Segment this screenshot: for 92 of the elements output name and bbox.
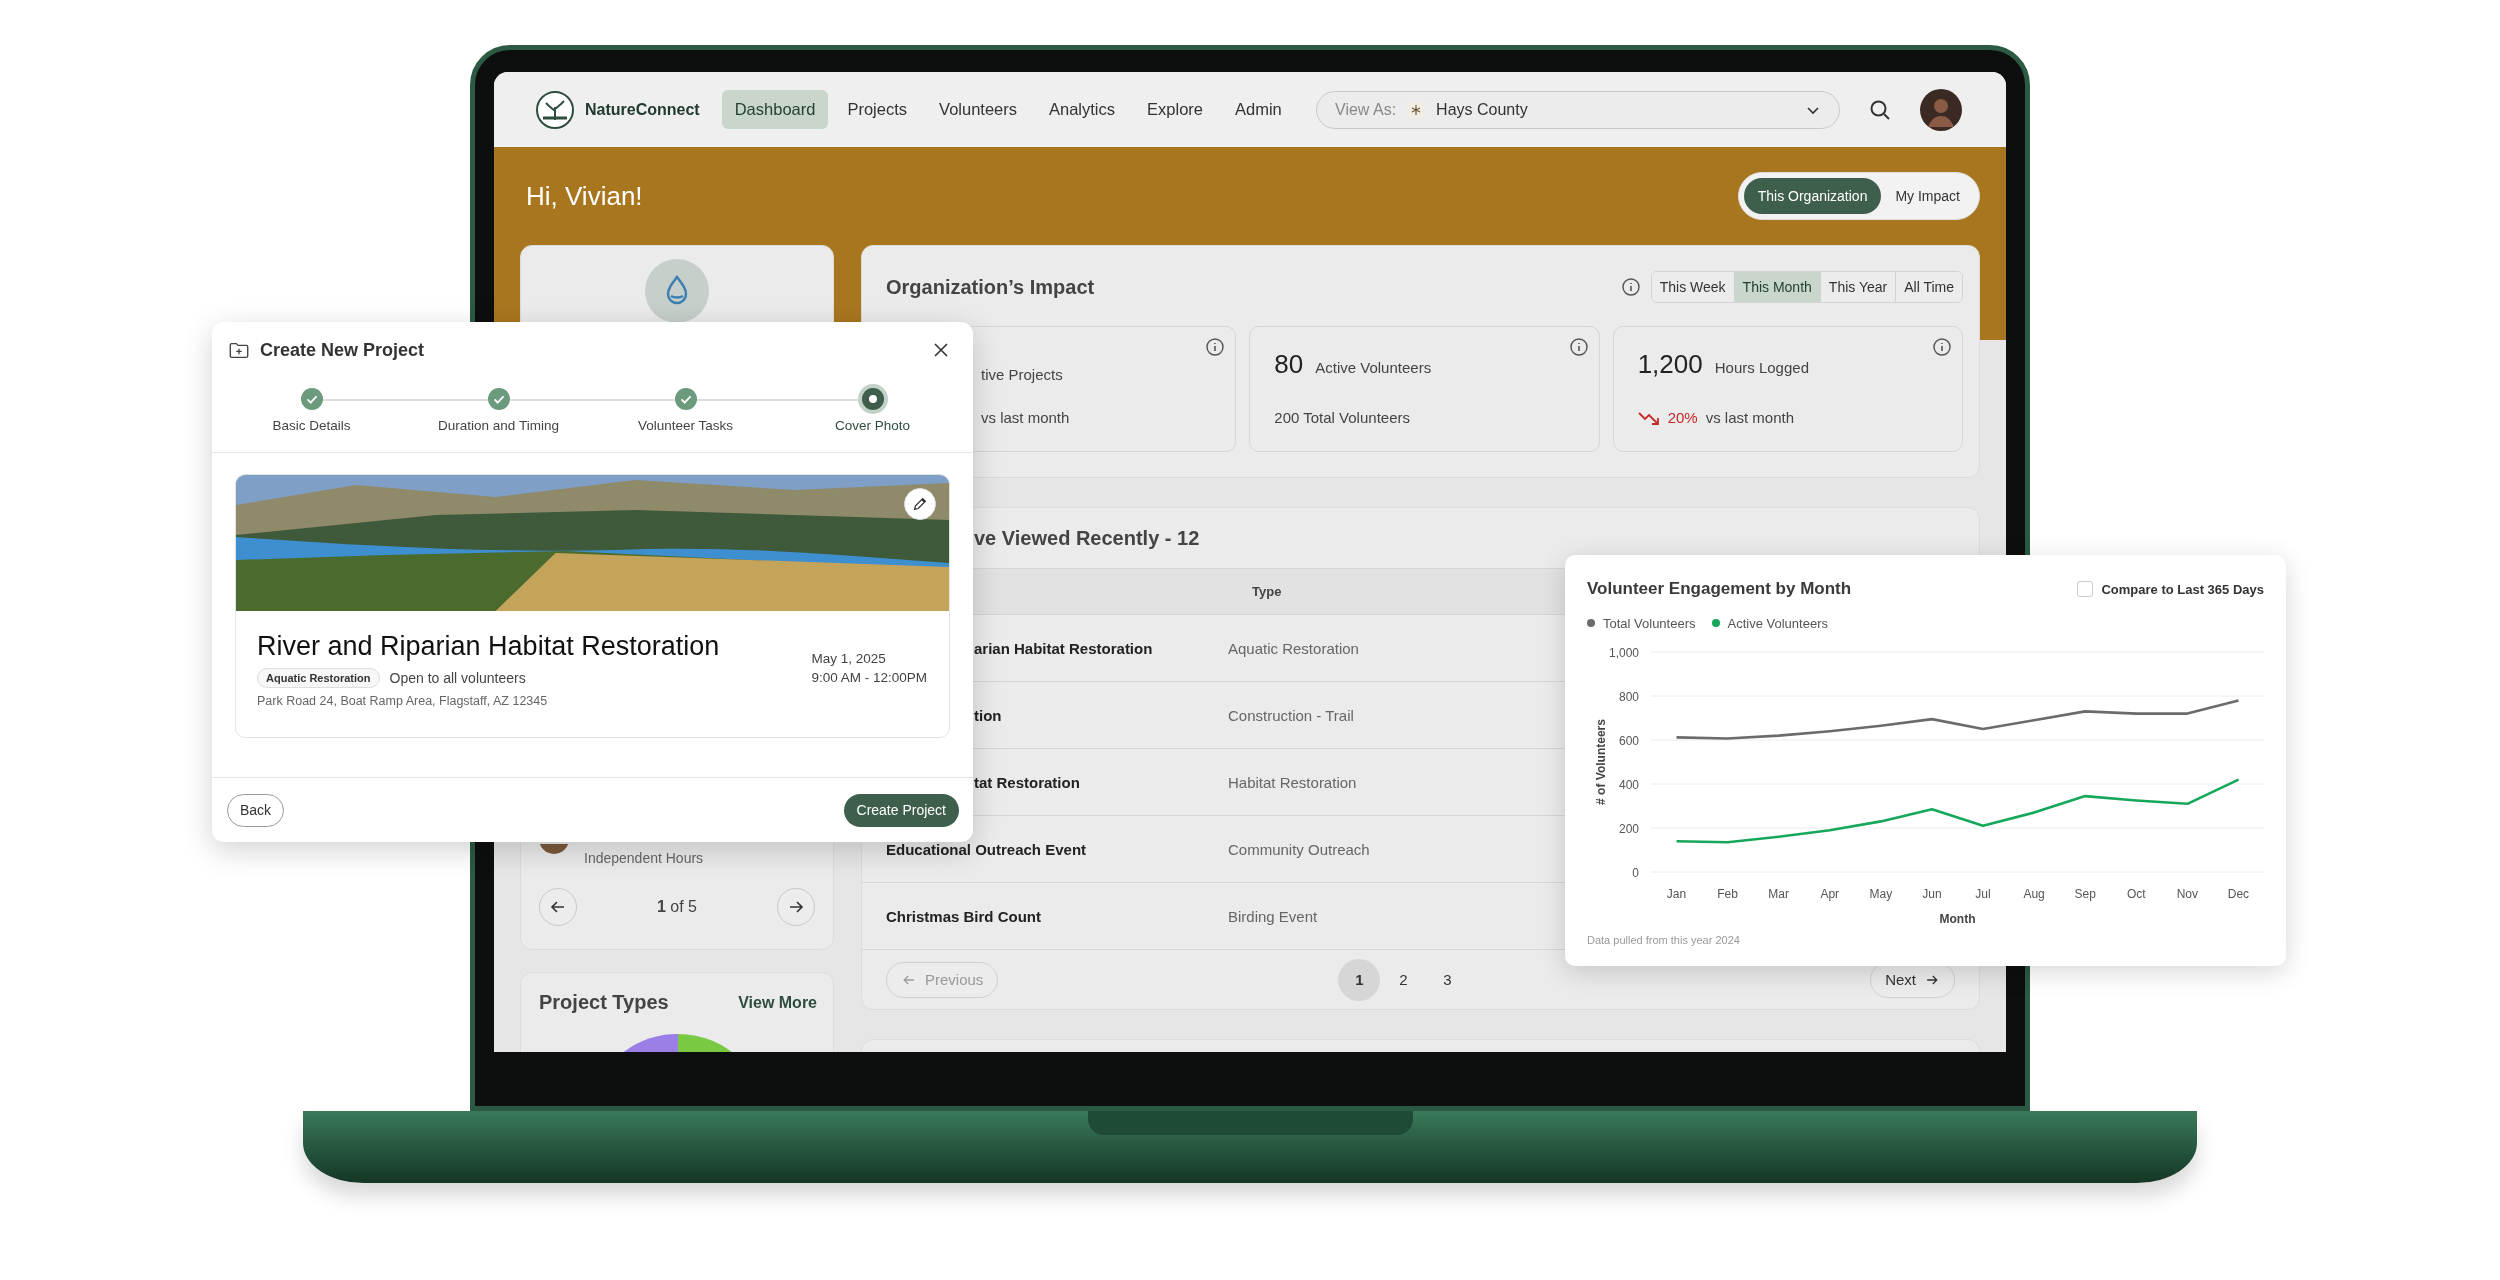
nav-tab[interactable]: Analytics <box>1036 90 1129 129</box>
x-tick-label: May <box>1869 887 1893 901</box>
x-tick-label: Jul <box>1975 887 1991 901</box>
checkbox[interactable] <box>2077 581 2094 597</box>
y-tick-label: 0 <box>1632 866 1639 880</box>
stat-note: 200 Total Volunteers <box>1274 409 1410 426</box>
y-tick-label: 200 <box>1618 822 1639 836</box>
card-title: Project Types <box>539 991 669 1014</box>
stat-change: 20% <box>1667 409 1698 426</box>
scope-toggle-option[interactable]: This Organization <box>1743 178 1882 214</box>
scope-toggle-option[interactable]: My Impact <box>1881 178 1974 214</box>
greeting-heading: Hi, Vivian! <box>525 180 643 212</box>
view-more-link[interactable]: View More <box>738 993 817 1012</box>
x-tick-label: Jun <box>1922 887 1942 901</box>
x-tick-label: Nov <box>2176 887 2199 901</box>
project-title: River and Riparian Habitat Restoration <box>257 631 720 662</box>
nav-tab[interactable]: Projects <box>834 90 921 129</box>
page-number-button[interactable]: 2 <box>1382 958 1425 1001</box>
project-name-cell-text: Christmas Bird Count <box>885 907 1042 925</box>
step-label[interactable]: Basic Details <box>272 418 351 433</box>
brand-name[interactable]: NatureConnect <box>585 100 700 119</box>
project-name-cell-text: tat Restoration <box>973 773 1081 791</box>
back-button[interactable]: Back <box>227 793 285 827</box>
tree-logo-icon[interactable] <box>535 89 575 130</box>
chart-footnote: Data pulled from this year 2024 <box>1587 934 1741 946</box>
project-type-cell: Habitat Restoration <box>1228 773 1357 791</box>
column-header: Type <box>1252 584 1282 599</box>
card-title: Organization’s Impact <box>886 275 1095 299</box>
page-indicator: 1 of 5 <box>656 898 697 916</box>
dialog-title: Create New Project <box>260 339 425 361</box>
x-tick-label: Aug <box>2023 887 2045 901</box>
project-type-cell: Birding Event <box>1228 907 1318 925</box>
stat-note: vs last month <box>981 409 1070 426</box>
pencil-icon <box>911 495 929 513</box>
x-tick-label: Jan <box>1666 887 1687 901</box>
project-type-cell: Construction - Trail <box>1228 706 1354 724</box>
info-icon[interactable] <box>1620 277 1641 297</box>
stat-label: Hours Logged <box>1714 359 1809 376</box>
stat-note: vs last month <box>1705 409 1795 426</box>
step-label[interactable]: Volunteer Tasks <box>637 418 734 433</box>
nav-tab[interactable]: Volunteers <box>926 90 1030 129</box>
x-tick-label: Dec <box>2227 887 2250 901</box>
stat-value: 80 <box>1274 349 1304 380</box>
create-project-button[interactable]: Create Project <box>843 793 959 827</box>
y-tick-label: 600 <box>1618 734 1639 748</box>
project-time: 9:00 AM - 12:00PM <box>811 669 927 687</box>
nav-tab[interactable]: Admin <box>1222 90 1295 129</box>
water-drop-icon <box>645 259 709 323</box>
nav-tab[interactable]: Dashboard <box>721 90 829 129</box>
checkbox-label[interactable]: Compare to Last 365 Days <box>2101 581 2264 597</box>
user-avatar[interactable] <box>1920 88 1962 131</box>
project-type-tag: Aquatic Restoration <box>257 668 380 688</box>
nav-tab[interactable]: Explore <box>1134 90 1216 129</box>
stat-label: tive Projects <box>981 366 1063 383</box>
y-tick-label: 800 <box>1618 690 1639 704</box>
y-axis-title: # of Volunteers <box>1594 719 1608 805</box>
previous-button[interactable] <box>539 888 577 926</box>
hours-type-label: Independent Hours <box>584 850 704 866</box>
x-tick-label: Feb <box>1717 887 1738 901</box>
project-address: Park Road 24, Boat Ramp Area, Flagstaff, AZ 12345 <box>257 694 549 708</box>
next-button[interactable] <box>777 888 815 926</box>
project-type-cell: Community Outreach <box>1228 840 1370 858</box>
info-icon[interactable] <box>1568 337 1589 357</box>
chart-title: Volunteer Engagement by Month <box>1587 579 1852 599</box>
page-number-button[interactable]: 3 <box>1426 958 1469 1001</box>
step-label[interactable]: Cover Photo <box>834 418 910 433</box>
y-tick-label: 1,000 <box>1608 646 1639 660</box>
x-tick-label: Apr <box>1820 887 1840 901</box>
audience-label: Open to all volunteers <box>389 670 526 686</box>
project-name-cell-text: Educational Outreach Event <box>885 840 1088 858</box>
info-icon[interactable] <box>1205 337 1226 357</box>
project-name-cell-text: tion <box>973 706 1003 724</box>
page-number-button[interactable]: 1 <box>1338 958 1381 1001</box>
legend-label: Active Volunteers <box>1727 615 1828 631</box>
x-tick-label: Sep <box>2074 887 2096 901</box>
view-as-dropdown[interactable]: View As: Hays County <box>1316 90 1840 129</box>
x-axis-title: Month <box>1939 912 1976 926</box>
period-tab[interactable]: All Time <box>1895 272 1962 302</box>
stat-label: Active Volunteers <box>1315 359 1432 376</box>
emblem-icon <box>1406 99 1427 120</box>
step-label[interactable]: Duration and Timing <box>438 418 559 433</box>
project-name-cell-text: arian Habitat Restoration <box>973 639 1154 657</box>
project-type-cell: Aquatic Restoration <box>1228 639 1359 657</box>
x-tick-label: Mar <box>1768 887 1790 901</box>
legend-label: Total Volunteers <box>1603 615 1696 631</box>
x-tick-label: Oct <box>2126 887 2146 901</box>
stat-value: 1,200 <box>1637 349 1703 380</box>
period-tab[interactable]: This Month <box>1733 272 1820 302</box>
project-date: May 1, 2025 <box>811 650 887 668</box>
info-icon[interactable] <box>1932 337 1952 357</box>
y-tick-label: 400 <box>1618 778 1639 792</box>
card-title: ve Viewed Recently - 12 <box>973 526 1200 550</box>
